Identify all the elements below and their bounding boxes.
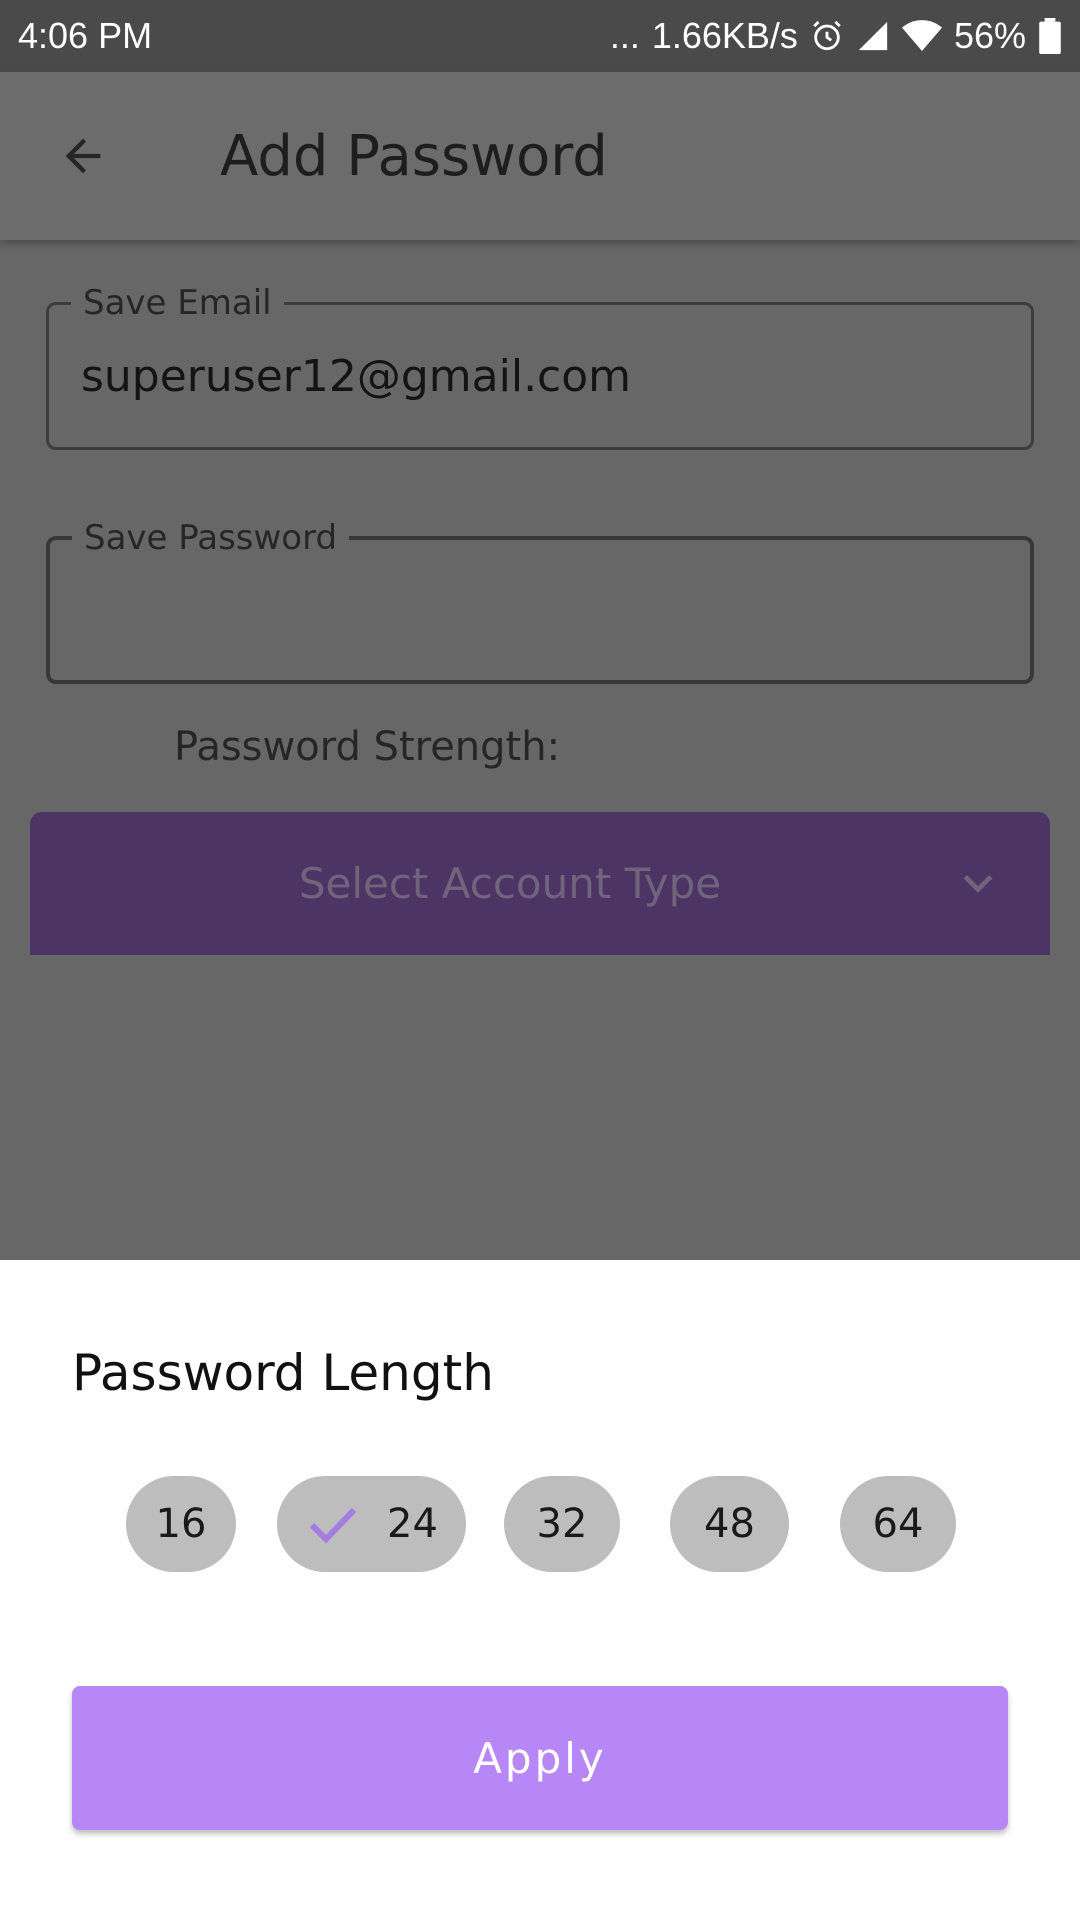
alarm-icon [810, 19, 844, 53]
account-type-dropdown[interactable]: Select Account Type [30, 812, 1050, 955]
status-time: 4:06 PM [18, 15, 153, 56]
check-icon [309, 1507, 357, 1544]
password-length-sheet: Password Length 16 24 32 48 64 Apply [0, 1260, 1080, 1920]
password-label: Save Password [72, 518, 350, 558]
network-speed: 1.66KB/s [651, 15, 798, 56]
sheet-title: Password Length [72, 1344, 494, 1402]
chip-16[interactable]: 16 [126, 1476, 236, 1572]
cell-signal-icon [856, 19, 890, 53]
chip-label: 32 [536, 1501, 588, 1547]
chip-label: 48 [704, 1501, 755, 1547]
page-title: Add Password [220, 123, 608, 189]
chip-label: 64 [872, 1501, 924, 1547]
chip-64[interactable]: 64 [840, 1476, 956, 1572]
status-dots: ... [609, 15, 640, 56]
chevron-down-icon [963, 874, 993, 893]
chip-48[interactable]: 48 [670, 1476, 789, 1572]
status-bar: 4:06 PM ... 1.66KB/s 56% [0, 0, 1080, 72]
app-bar: Add Password [0, 72, 1080, 240]
apply-button[interactable]: Apply [72, 1686, 1008, 1830]
status-right: ... 1.66KB/s 56% [610, 15, 1062, 57]
battery-percent: 56% [953, 15, 1026, 56]
chip-24[interactable]: 24 [277, 1476, 466, 1572]
back-button[interactable] [28, 101, 138, 211]
email-label: Save Email [71, 283, 284, 323]
chip-label: 16 [155, 1501, 207, 1547]
password-field[interactable]: Save Password [46, 518, 1034, 684]
battery-icon [1038, 18, 1062, 54]
arrow-left-icon [65, 138, 101, 174]
chip-32[interactable]: 32 [504, 1476, 620, 1572]
email-value: superuser12@gmail.com [81, 351, 632, 402]
length-chip-group: 16 24 32 48 64 [0, 1476, 1080, 1572]
wifi-icon [901, 19, 942, 53]
password-strength-label: Password Strength: [174, 724, 561, 770]
email-field[interactable]: Save Email superuser12@gmail.com [46, 283, 1034, 450]
account-type-placeholder: Select Account Type [298, 859, 722, 908]
chip-label: 24 [387, 1501, 438, 1547]
